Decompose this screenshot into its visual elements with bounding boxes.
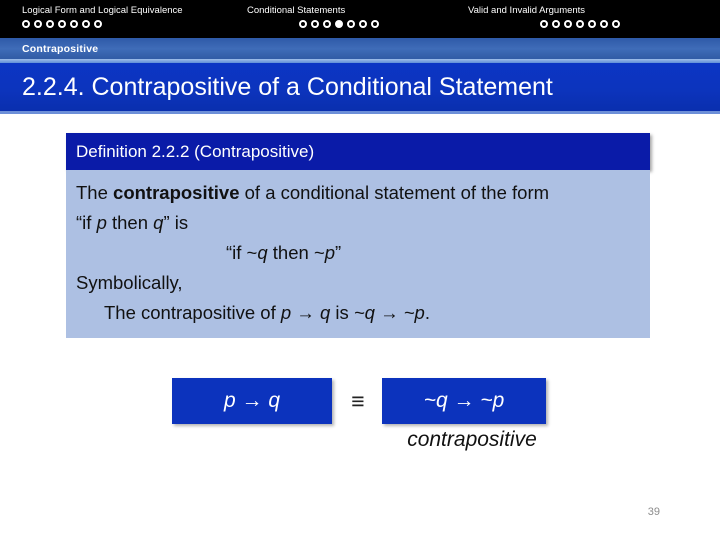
definition-header-label: Definition 2.2.2 (Contrapositive) — [76, 141, 315, 161]
nav-dot[interactable] — [94, 20, 102, 28]
definition-block: Definition 2.2.2 (Contrapositive) The co… — [66, 133, 650, 338]
nav-dot[interactable] — [552, 20, 560, 28]
section-band-label: Contrapositive — [22, 43, 99, 55]
nav-group-label: Logical Form and Logical Equivalence — [22, 5, 183, 16]
nav-group-label: Valid and Invalid Arguments — [468, 5, 586, 16]
nav-progress-dots[interactable] — [22, 16, 183, 28]
definition-body: The contrapositive of a conditional stat… — [66, 170, 650, 338]
definition-line-4: Symbolically, — [76, 272, 183, 293]
nav-dot[interactable] — [34, 20, 42, 28]
equivalence-symbol: ≡ — [351, 388, 365, 414]
nav-group-conditional-statements[interactable]: Conditional Statements — [247, 0, 379, 38]
nav-progress-dots[interactable] — [468, 16, 620, 28]
nav-dot[interactable] — [540, 20, 548, 28]
nav-group-logical-form[interactable]: Logical Form and Logical Equivalence — [22, 0, 183, 38]
nav-dot[interactable] — [22, 20, 30, 28]
nav-dot-active[interactable] — [335, 20, 343, 28]
formula-caption-contrapositive: contrapositive — [407, 428, 537, 451]
variable-q: q — [257, 242, 268, 263]
formula-box-contrapositive: ~q → ~p — [382, 378, 546, 424]
nav-dot[interactable] — [600, 20, 608, 28]
definition-term-contrapositive: contrapositive — [113, 182, 240, 203]
definition-line-5-part-a: The contrapositive of — [104, 302, 281, 323]
definition-line-5-part-b: is — [330, 302, 354, 323]
definition-line-3-part-c: ” — [335, 242, 342, 263]
definition-line-1: The contrapositive of a conditional stat… — [66, 178, 650, 208]
definition-line-1-part-c: of a conditional statement of the form — [239, 182, 550, 203]
formula-box-conditional: p → q — [172, 378, 332, 424]
nav-group-valid-invalid-arguments[interactable]: Valid and Invalid Arguments — [468, 0, 620, 38]
nav-dot[interactable] — [576, 20, 584, 28]
definition-line-1-part-a: The — [76, 182, 114, 203]
definition-line-2: “if p then q” is — [66, 208, 650, 238]
nav-dot[interactable] — [359, 20, 367, 28]
page-number: 39 — [647, 506, 660, 518]
nav-progress-dots[interactable] — [247, 16, 379, 28]
formula-row: p → q ≡ ~q → ~p — [0, 378, 720, 424]
slide-title-underline — [0, 111, 720, 114]
nav-dot[interactable] — [58, 20, 66, 28]
page-title: 2.2.4. Contrapositive of a Conditional S… — [22, 72, 553, 101]
nav-dot[interactable] — [347, 20, 355, 28]
nav-dot[interactable] — [564, 20, 572, 28]
slide-title-bar: 2.2.4. Contrapositive of a Conditional S… — [0, 63, 720, 111]
nav-dot[interactable] — [323, 20, 331, 28]
formula-box-contrapositive-text: ~q → ~p — [423, 389, 505, 412]
variable-p: p — [96, 212, 107, 233]
nav-dot[interactable] — [311, 20, 319, 28]
formula-notq-implies-notp: ~q → ~p — [353, 302, 425, 323]
definition-line-2-part-c: ” is — [163, 212, 189, 233]
variable-p: p — [324, 242, 336, 263]
top-navigation-bar: Logical Form and Logical Equivalence Con… — [0, 0, 720, 38]
definition-line-2-part-a: “if — [76, 212, 97, 233]
definition-line-2-part-b: then — [106, 212, 154, 233]
definition-header: Definition 2.2.2 (Contrapositive) — [66, 133, 650, 170]
nav-dot[interactable] — [299, 20, 307, 28]
variable-q: q — [153, 212, 164, 233]
nav-dot[interactable] — [82, 20, 90, 28]
definition-line-3: “if ~q then ~p” — [66, 238, 650, 268]
formula-box-conditional-text: p → q — [223, 389, 281, 412]
nav-dot[interactable] — [588, 20, 596, 28]
formula-p-implies-q: p → q — [280, 302, 331, 323]
nav-group-label: Conditional Statements — [247, 5, 346, 16]
nav-dot[interactable] — [70, 20, 78, 28]
nav-dot[interactable] — [371, 20, 379, 28]
definition-line-3-part-a: “if ~ — [226, 242, 258, 263]
definition-line-5-part-c: . — [424, 302, 430, 323]
nav-dot[interactable] — [612, 20, 620, 28]
definition-line-5: The contrapositive of p → q is ~q → ~p. — [66, 298, 650, 328]
definition-line-3-part-b: then ~ — [267, 242, 325, 263]
nav-dot[interactable] — [46, 20, 54, 28]
